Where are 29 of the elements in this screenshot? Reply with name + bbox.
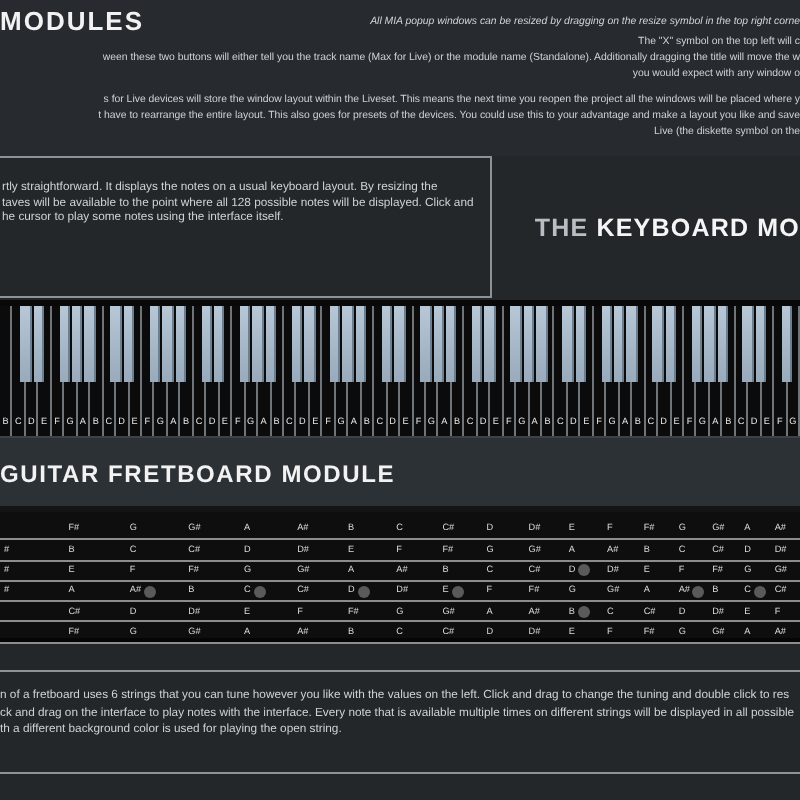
- sharp-key[interactable]: [149, 306, 161, 382]
- sharp-key[interactable]: [717, 306, 728, 382]
- sharp-key[interactable]: [446, 306, 457, 382]
- sharp-key[interactable]: [330, 306, 341, 382]
- section-heading: GUITAR FRETBOARD MODULE: [0, 462, 397, 486]
- sharp-key[interactable]: [265, 306, 277, 382]
- sharp-key[interactable]: [72, 306, 83, 382]
- sharp-key[interactable]: [59, 306, 70, 382]
- sharp-key[interactable]: [33, 306, 45, 382]
- sharp-key[interactable]: [381, 306, 393, 382]
- sharp-key[interactable]: [472, 306, 483, 382]
- sharp-key[interactable]: [665, 306, 677, 382]
- sharp-key[interactable]: [781, 306, 793, 382]
- sharp-key[interactable]: [575, 306, 586, 382]
- sharp-key[interactable]: [213, 306, 225, 382]
- sharp-key[interactable]: [601, 306, 612, 382]
- sharp-key[interactable]: [175, 306, 186, 382]
- sharp-key[interactable]: [691, 306, 703, 382]
- sharp-key[interactable]: [291, 306, 303, 382]
- sharp-key[interactable]: [239, 306, 251, 382]
- sharp-key[interactable]: [201, 306, 212, 382]
- sharp-key[interactable]: [613, 306, 625, 382]
- sharp-key[interactable]: [433, 306, 445, 382]
- sharp-key[interactable]: [755, 306, 767, 382]
- sharp-key[interactable]: [355, 306, 367, 382]
- sharp-key[interactable]: [523, 306, 535, 382]
- sharp-key[interactable]: [123, 306, 135, 382]
- section-heading: MODULES: [0, 8, 144, 34]
- section-heading: THE KEYBOARD MO: [534, 211, 800, 246]
